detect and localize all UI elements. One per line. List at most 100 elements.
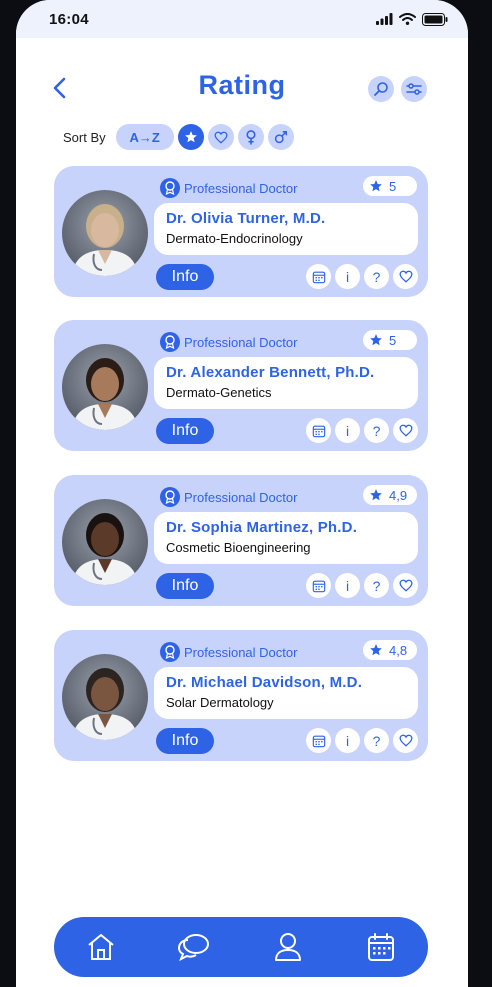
star-icon	[370, 180, 382, 192]
question-button[interactable]: ?	[364, 418, 389, 443]
rating-pill: 4,9	[363, 485, 417, 505]
rating-value: 5	[389, 332, 397, 348]
info-button[interactable]: Info	[156, 573, 214, 599]
doctor-info-box: Dr. Sophia Martinez, Ph.D. Cosmetic Bioe…	[154, 512, 418, 564]
sort-alphabetical-chip[interactable]: A→Z	[115, 124, 174, 150]
sort-male-chip[interactable]	[267, 124, 294, 150]
sort-favorites-chip[interactable]	[207, 124, 234, 150]
favorite-button[interactable]	[393, 264, 418, 289]
schedule-button[interactable]	[306, 573, 331, 598]
sort-female-chip[interactable]	[237, 124, 264, 150]
professional-badge: Professional Doctor	[160, 487, 297, 507]
nav-chat[interactable]	[174, 927, 214, 967]
star-icon	[370, 489, 382, 501]
doctor-portrait-image	[72, 668, 138, 740]
award-ribbon-icon	[160, 487, 180, 507]
schedule-button[interactable]	[306, 418, 331, 443]
calendar-icon	[312, 271, 325, 283]
status-bar: 16:04	[16, 0, 468, 38]
heart-icon	[399, 734, 412, 747]
heart-icon	[214, 131, 228, 144]
details-button[interactable]: i	[335, 573, 360, 598]
info-button[interactable]: Info	[156, 728, 214, 754]
cellular-signal-icon	[376, 13, 393, 25]
female-icon	[246, 129, 256, 145]
calendar-icon	[312, 735, 325, 747]
doctor-avatar	[62, 344, 148, 430]
doctor-specialty: Cosmetic Bioengineering	[166, 540, 311, 555]
calendar-icon	[368, 933, 395, 961]
star-icon	[370, 334, 382, 346]
sort-rating-chip[interactable]	[177, 124, 204, 150]
schedule-button[interactable]	[306, 264, 331, 289]
card-actions: i ?	[306, 573, 418, 598]
rating-value: 5	[389, 178, 397, 194]
favorite-button[interactable]	[393, 418, 418, 443]
doctor-name: Dr. Olivia Turner, M.D.	[166, 210, 326, 227]
doctor-specialty: Solar Dermatology	[166, 695, 274, 710]
sort-bar: Sort By A→Z	[63, 124, 294, 150]
rating-pill: 4,8	[363, 640, 417, 660]
bottom-nav	[54, 917, 428, 977]
award-ribbon-icon	[160, 332, 180, 352]
details-button[interactable]: i	[335, 728, 360, 753]
status-time: 16:04	[49, 10, 89, 28]
question-button[interactable]: ?	[364, 573, 389, 598]
heart-icon	[399, 270, 412, 283]
doctor-card[interactable]: Professional Doctor 5 Dr. Alexander Benn…	[54, 320, 428, 451]
doctor-info-box: Dr. Michael Davidson, M.D. Solar Dermato…	[154, 667, 418, 719]
award-ribbon-icon	[160, 642, 180, 662]
header: Rating	[16, 68, 468, 108]
doctor-portrait-image	[72, 513, 138, 585]
nav-profile[interactable]	[268, 927, 308, 967]
doctor-card[interactable]: Professional Doctor 5 Dr. Olivia Turner,…	[54, 166, 428, 297]
rating-pill: 5	[363, 330, 417, 350]
details-button[interactable]: i	[335, 418, 360, 443]
home-icon	[88, 934, 114, 960]
info-icon: i	[345, 577, 350, 594]
question-icon: ?	[372, 422, 381, 439]
filter-button[interactable]	[401, 76, 427, 102]
male-icon	[274, 131, 287, 144]
rating-value: 4,9	[389, 487, 408, 503]
status-icons	[376, 12, 448, 26]
doctor-avatar	[62, 499, 148, 585]
doctor-avatar	[62, 190, 148, 276]
nav-home[interactable]	[81, 927, 121, 967]
doctor-info-box: Dr. Alexander Bennett, Ph.D. Dermato-Gen…	[154, 357, 418, 409]
heart-icon	[399, 579, 412, 592]
favorite-button[interactable]	[393, 573, 418, 598]
info-button[interactable]: Info	[156, 418, 214, 444]
nav-calendar[interactable]	[361, 927, 401, 967]
badge-label: Professional Doctor	[184, 489, 298, 505]
page-title: Rating	[198, 70, 286, 100]
professional-badge: Professional Doctor	[160, 332, 297, 352]
card-actions: i ?	[306, 264, 418, 289]
rating-pill: 5	[363, 176, 417, 196]
details-button[interactable]: i	[335, 264, 360, 289]
question-icon: ?	[372, 577, 381, 594]
question-button[interactable]: ?	[364, 264, 389, 289]
question-icon: ?	[372, 268, 381, 285]
favorite-button[interactable]	[393, 728, 418, 753]
badge-label: Professional Doctor	[184, 180, 298, 196]
schedule-button[interactable]	[306, 728, 331, 753]
doctor-card[interactable]: Professional Doctor 4,9 Dr. Sophia Marti…	[54, 475, 428, 606]
doctor-specialty: Dermato-Genetics	[166, 385, 272, 400]
doctor-portrait-image	[72, 204, 138, 276]
award-ribbon-icon	[160, 178, 180, 198]
doctor-specialty: Dermato-Endocrinology	[166, 231, 303, 246]
phone-screen: 16:04 Rating Sort By A→Z Professional Do…	[16, 0, 468, 987]
search-button[interactable]	[368, 76, 394, 102]
chat-icon	[178, 934, 210, 962]
doctor-card[interactable]: Professional Doctor 4,8 Dr. Michael Davi…	[54, 630, 428, 761]
card-actions: i ?	[306, 418, 418, 443]
heart-icon	[399, 424, 412, 437]
doctor-name: Dr. Alexander Bennett, Ph.D.	[166, 364, 375, 381]
doctor-portrait-image	[72, 358, 138, 430]
badge-label: Professional Doctor	[184, 644, 298, 660]
rating-value: 4,8	[389, 642, 408, 658]
question-button[interactable]: ?	[364, 728, 389, 753]
calendar-icon	[312, 425, 325, 437]
info-button[interactable]: Info	[156, 264, 214, 290]
